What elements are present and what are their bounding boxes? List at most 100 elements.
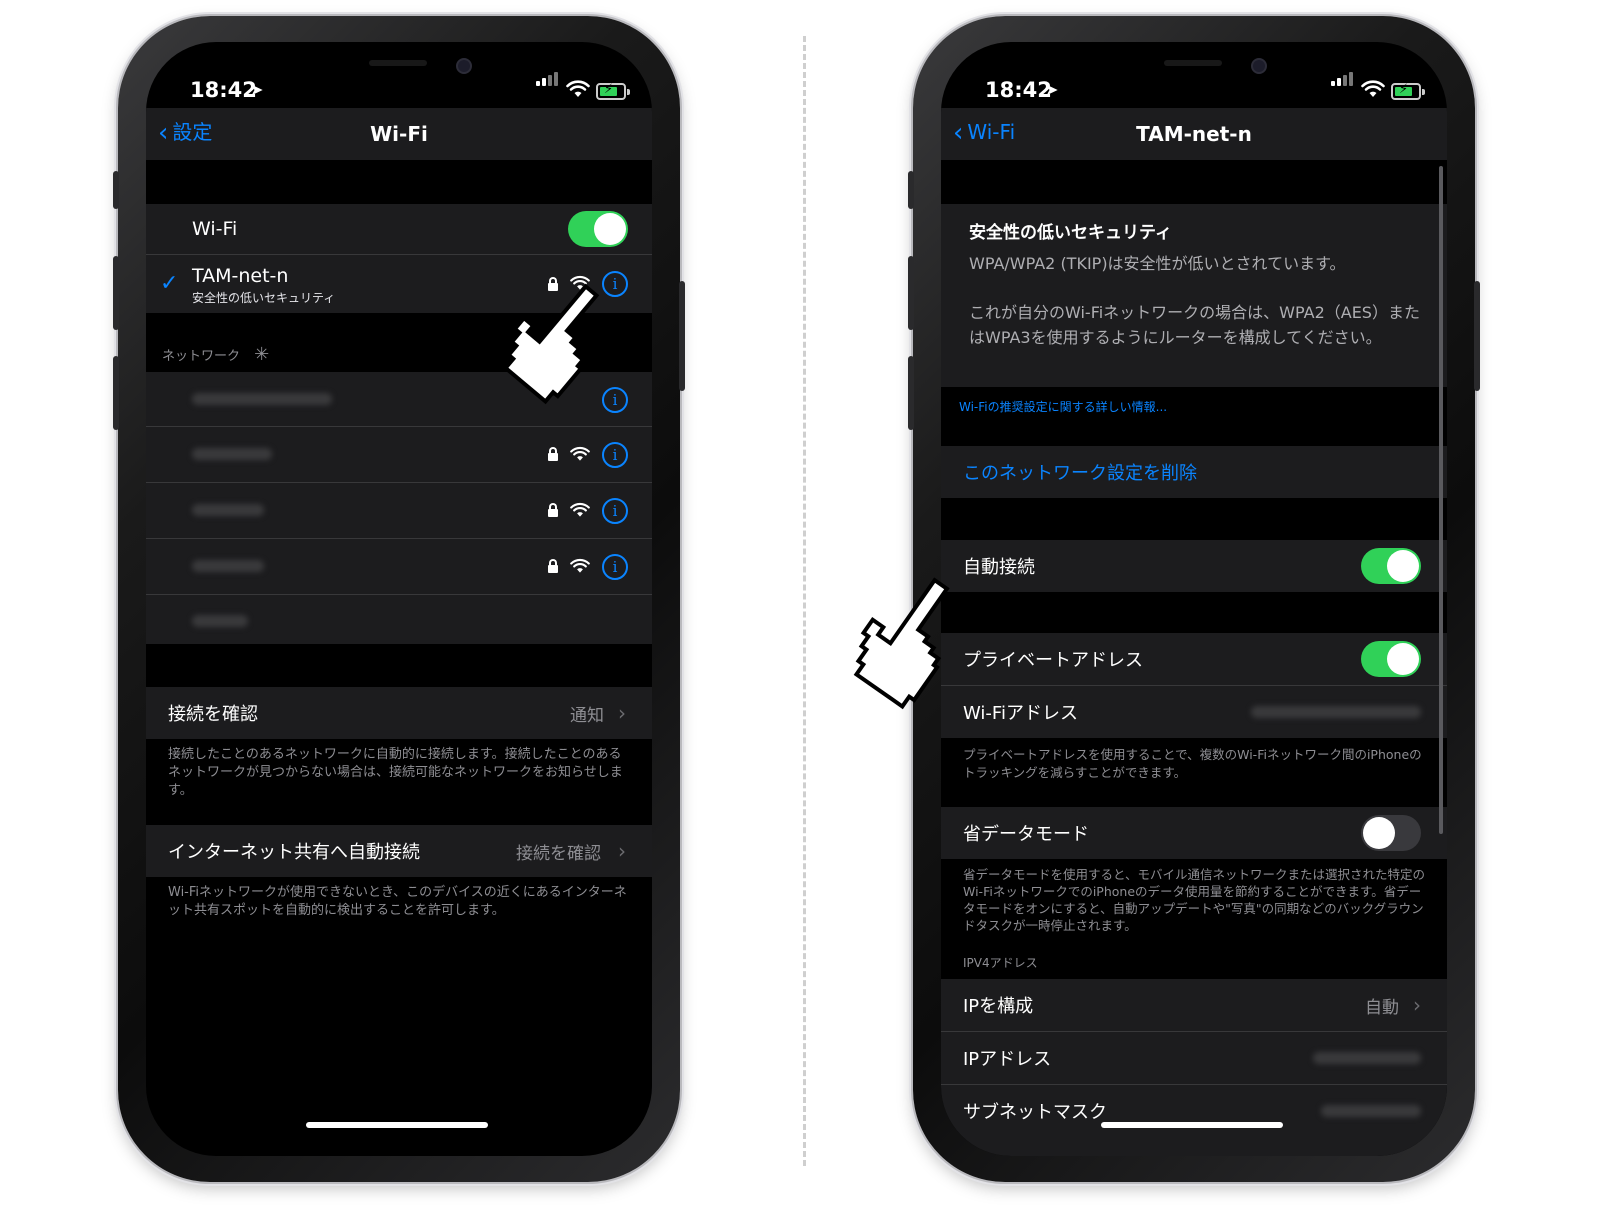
ask-to-join-footer: 接続したことのあるネットワークに自動的に接続します。接続したことのあるネットワー… xyxy=(168,747,623,798)
ipv4-group: IPを構成 自動 › IPアドレス サブネットマスク xyxy=(941,979,1447,1156)
blurred-wifi-address xyxy=(1251,706,1421,718)
silent-switch xyxy=(908,171,914,209)
blurred-network-name xyxy=(192,504,264,516)
auto-join-toggle[interactable] xyxy=(1361,548,1421,584)
wifi-signal-icon xyxy=(570,502,590,517)
subnet-mask-row: サブネットマスク xyxy=(941,1085,1447,1137)
networks-group: i i i i xyxy=(146,372,652,644)
forget-network-row[interactable]: このネットワーク設定を削除 xyxy=(941,446,1447,498)
status-bar: 18:42 ➤ ⚡ xyxy=(941,72,1447,102)
navigation-bar: ‹ 設定 Wi-Fi xyxy=(146,108,652,160)
connected-network-name: TAM-net-n xyxy=(192,265,289,287)
wifi-address-row: Wi-Fiアドレス xyxy=(941,686,1447,738)
hotspot-group: インターネット共有へ自動接続 接続を確認 › xyxy=(146,825,652,877)
wifi-toggle[interactable] xyxy=(568,211,628,247)
network-row[interactable]: i xyxy=(146,539,652,595)
iphone-right: 18:42 ➤ ⚡ ‹ Wi-Fi TAM-net-n 安全性の低いセキュリティ … xyxy=(908,16,1480,1182)
blurred-network-name xyxy=(192,448,272,460)
wifi-toggle-row: Wi-Fi xyxy=(146,204,652,255)
home-indicator xyxy=(306,1122,488,1128)
checkmark-icon: ✓ xyxy=(160,271,179,296)
wifi-status-icon xyxy=(1361,80,1385,97)
location-arrow-icon: ➤ xyxy=(1045,80,1059,99)
volume-up-button xyxy=(113,256,119,330)
configure-ip-row[interactable]: IPを構成 自動 › xyxy=(941,979,1447,1032)
forget-network-button[interactable]: このネットワーク設定を削除 xyxy=(963,459,1197,485)
volume-down-button xyxy=(113,356,119,430)
loading-spinner-icon: ✳ xyxy=(254,344,270,365)
chevron-right-icon: › xyxy=(618,701,626,725)
ip-address-label: IPアドレス xyxy=(963,1049,1052,1070)
volume-up-button xyxy=(908,256,914,330)
info-icon[interactable]: i xyxy=(602,442,628,468)
blurred-network-name xyxy=(192,615,248,627)
low-data-footer: 省データモードを使用すると、モバイル通信ネットワークまたは選択された特定のWi-… xyxy=(963,867,1426,933)
auto-join-label: 自動接続 xyxy=(963,557,1035,578)
screen-network-detail: 18:42 ➤ ⚡ ‹ Wi-Fi TAM-net-n 安全性の低いセキュリティ … xyxy=(941,42,1447,1156)
side-button xyxy=(679,281,685,391)
networks-header: ネットワーク ✳ xyxy=(162,344,270,365)
warning-line-1: WPA/WPA2 (TKIP)は安全性が低いとされています。 xyxy=(969,254,1346,273)
warning-line-2: これが自分のWi-Fiネットワークの場合は、WPA2（AES）またはWPA3を使… xyxy=(969,303,1420,347)
wifi-signal-icon xyxy=(570,446,590,461)
warning-title: 安全性の低いセキュリティ xyxy=(969,223,1172,243)
wifi-status-icon xyxy=(566,80,590,97)
page-title: TAM-net-n xyxy=(1136,122,1252,146)
blurred-ip-address xyxy=(1313,1052,1421,1064)
pointing-hand-cursor-icon xyxy=(853,577,950,710)
configure-ip-label: IPを構成 xyxy=(963,996,1034,1017)
navigation-bar: ‹ Wi-Fi TAM-net-n xyxy=(941,108,1447,160)
connected-network-subtitle: 安全性の低いセキュリティ xyxy=(192,291,336,305)
auto-join-hotspot-label: インターネット共有へ自動接続 xyxy=(168,842,420,863)
ask-to-join-label: 接続を確認 xyxy=(168,704,258,725)
private-address-footer: プライベートアドレスを使用することで、複数のWi-Fiネットワーク間のiPhon… xyxy=(963,747,1422,780)
ask-to-join-value: 通知 xyxy=(570,705,604,726)
blurred-subnet-mask xyxy=(1321,1105,1421,1117)
dashed-divider xyxy=(803,36,806,1166)
battery-charging-icon: ⚡ xyxy=(596,82,630,100)
blurred-network-name xyxy=(192,560,264,572)
network-row[interactable]: i xyxy=(146,427,652,483)
lock-icon xyxy=(548,503,558,517)
side-button xyxy=(1474,281,1480,391)
chevron-right-icon: › xyxy=(1413,993,1421,1017)
page-title: Wi-Fi xyxy=(370,122,428,146)
status-time: 18:42 xyxy=(985,78,1052,102)
scrollbar[interactable] xyxy=(1439,166,1443,834)
private-address-group: プライベートアドレス Wi-Fiアドレス xyxy=(941,633,1447,738)
info-icon[interactable]: i xyxy=(602,498,628,524)
blurred-network-name xyxy=(192,393,332,405)
ask-to-join-row[interactable]: 接続を確認 通知 › xyxy=(146,687,652,739)
private-address-label: プライベートアドレス xyxy=(963,650,1143,671)
silent-switch xyxy=(113,171,119,209)
private-address-row: プライベートアドレス xyxy=(941,633,1447,686)
private-address-toggle[interactable] xyxy=(1361,641,1421,677)
chevron-right-icon: › xyxy=(618,839,626,863)
wifi-address-label: Wi-Fiアドレス xyxy=(963,703,1078,724)
ipv4-header: IPV4アドレス xyxy=(963,956,1038,970)
home-indicator xyxy=(1101,1122,1283,1128)
pointing-hand-cursor-icon xyxy=(502,283,600,405)
wifi-label: Wi-Fi xyxy=(192,218,238,240)
status-bar: 18:42 ➤ ⚡ xyxy=(146,72,652,102)
low-data-label: 省データモード xyxy=(963,824,1089,845)
learn-more-link[interactable]: Wi-Fiの推奨設定に関する詳しい情報... xyxy=(959,398,1167,415)
low-data-toggle[interactable] xyxy=(1361,815,1421,851)
auto-join-group: 自動接続 xyxy=(941,540,1447,592)
ip-address-row: IPアドレス xyxy=(941,1032,1447,1085)
auto-join-row: 自動接続 xyxy=(941,540,1447,592)
low-data-row: 省データモード xyxy=(941,807,1447,859)
hotspot-footer: Wi-Fiネットワークが使用できないとき、このデバイスの近くにあるインターネット… xyxy=(168,885,627,918)
lock-icon xyxy=(548,447,558,461)
auto-join-hotspot-value: 接続を確認 xyxy=(516,843,601,864)
auto-join-hotspot-row[interactable]: インターネット共有へ自動接続 接続を確認 › xyxy=(146,825,652,877)
iphone-left: 18:42 ➤ ⚡ ‹ 設定 Wi-Fi Wi-Fi ✓ TAM-net-n 安… xyxy=(113,16,685,1182)
info-icon[interactable]: i xyxy=(602,554,628,580)
network-row[interactable]: i xyxy=(146,483,652,539)
subnet-mask-label: サブネットマスク xyxy=(963,1102,1107,1123)
network-row[interactable] xyxy=(146,595,652,647)
volume-down-button xyxy=(908,356,914,430)
security-warning-card: 安全性の低いセキュリティ WPA/WPA2 (TKIP)は安全性が低いとされてい… xyxy=(941,204,1447,387)
low-data-group: 省データモード xyxy=(941,807,1447,859)
lock-icon xyxy=(548,559,558,573)
